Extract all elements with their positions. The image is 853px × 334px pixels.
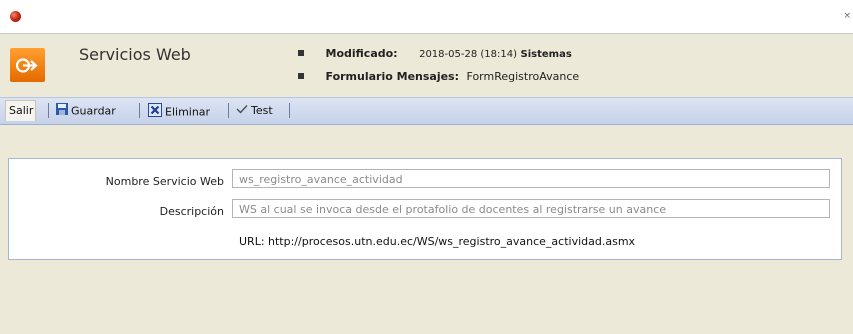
toolbar-separator (48, 103, 49, 118)
guardar-button[interactable]: Guardar (56, 103, 116, 119)
modified-info: Modificado: 2018-05-28 (18:14) Sistemas (298, 47, 572, 60)
nombre-servicio-label: Nombre Servicio Web (105, 175, 224, 188)
guardar-label: Guardar (71, 104, 116, 118)
form-messages-label: Formulario Mensajes: (325, 70, 460, 83)
form-messages-value: FormRegistroAvance (466, 70, 580, 83)
form-messages-info: Formulario Mensajes: FormRegistroAvance (298, 70, 579, 83)
window-status-dot-icon (10, 11, 21, 22)
eliminar-button[interactable]: Eliminar (148, 103, 211, 121)
service-url: URL: http://procesos.utn.edu.ec/WS/ws_re… (239, 235, 636, 248)
window-titlebar: × (0, 0, 853, 34)
toolbar-separator (228, 103, 229, 118)
toolbar: Salir Guardar Eliminar Test (0, 97, 853, 125)
exit-arrow-icon (10, 48, 45, 82)
eliminar-label: Eliminar (165, 105, 211, 119)
floppy-disk-icon (56, 103, 68, 118)
checkmark-icon (236, 104, 248, 117)
page-title: Servicios Web (79, 45, 191, 64)
toolbar-separator (289, 103, 290, 118)
bullet-icon (298, 50, 304, 56)
test-label: Test (251, 104, 273, 117)
modified-date: 2018-05-28 (18:14) (419, 49, 517, 60)
modified-label: Modificado: (325, 47, 398, 60)
delete-x-icon (148, 103, 162, 120)
form-panel: Nombre Servicio Web ws_registro_avance_a… (8, 158, 842, 260)
descripcion-input[interactable]: WS al cual se invoca desde el protafolio… (232, 199, 830, 218)
test-button[interactable]: Test (236, 104, 273, 118)
toolbar-separator (139, 103, 140, 118)
modified-user: Sistemas (520, 49, 572, 60)
page-header: Servicios Web Modificado: 2018-05-28 (18… (0, 34, 853, 94)
bullet-icon (298, 73, 304, 79)
nombre-servicio-input[interactable]: ws_registro_avance_actividad (232, 169, 830, 188)
window-close-icon[interactable]: × (843, 12, 851, 21)
descripcion-label: Descripción (159, 205, 224, 218)
salir-button[interactable]: Salir (5, 100, 37, 121)
